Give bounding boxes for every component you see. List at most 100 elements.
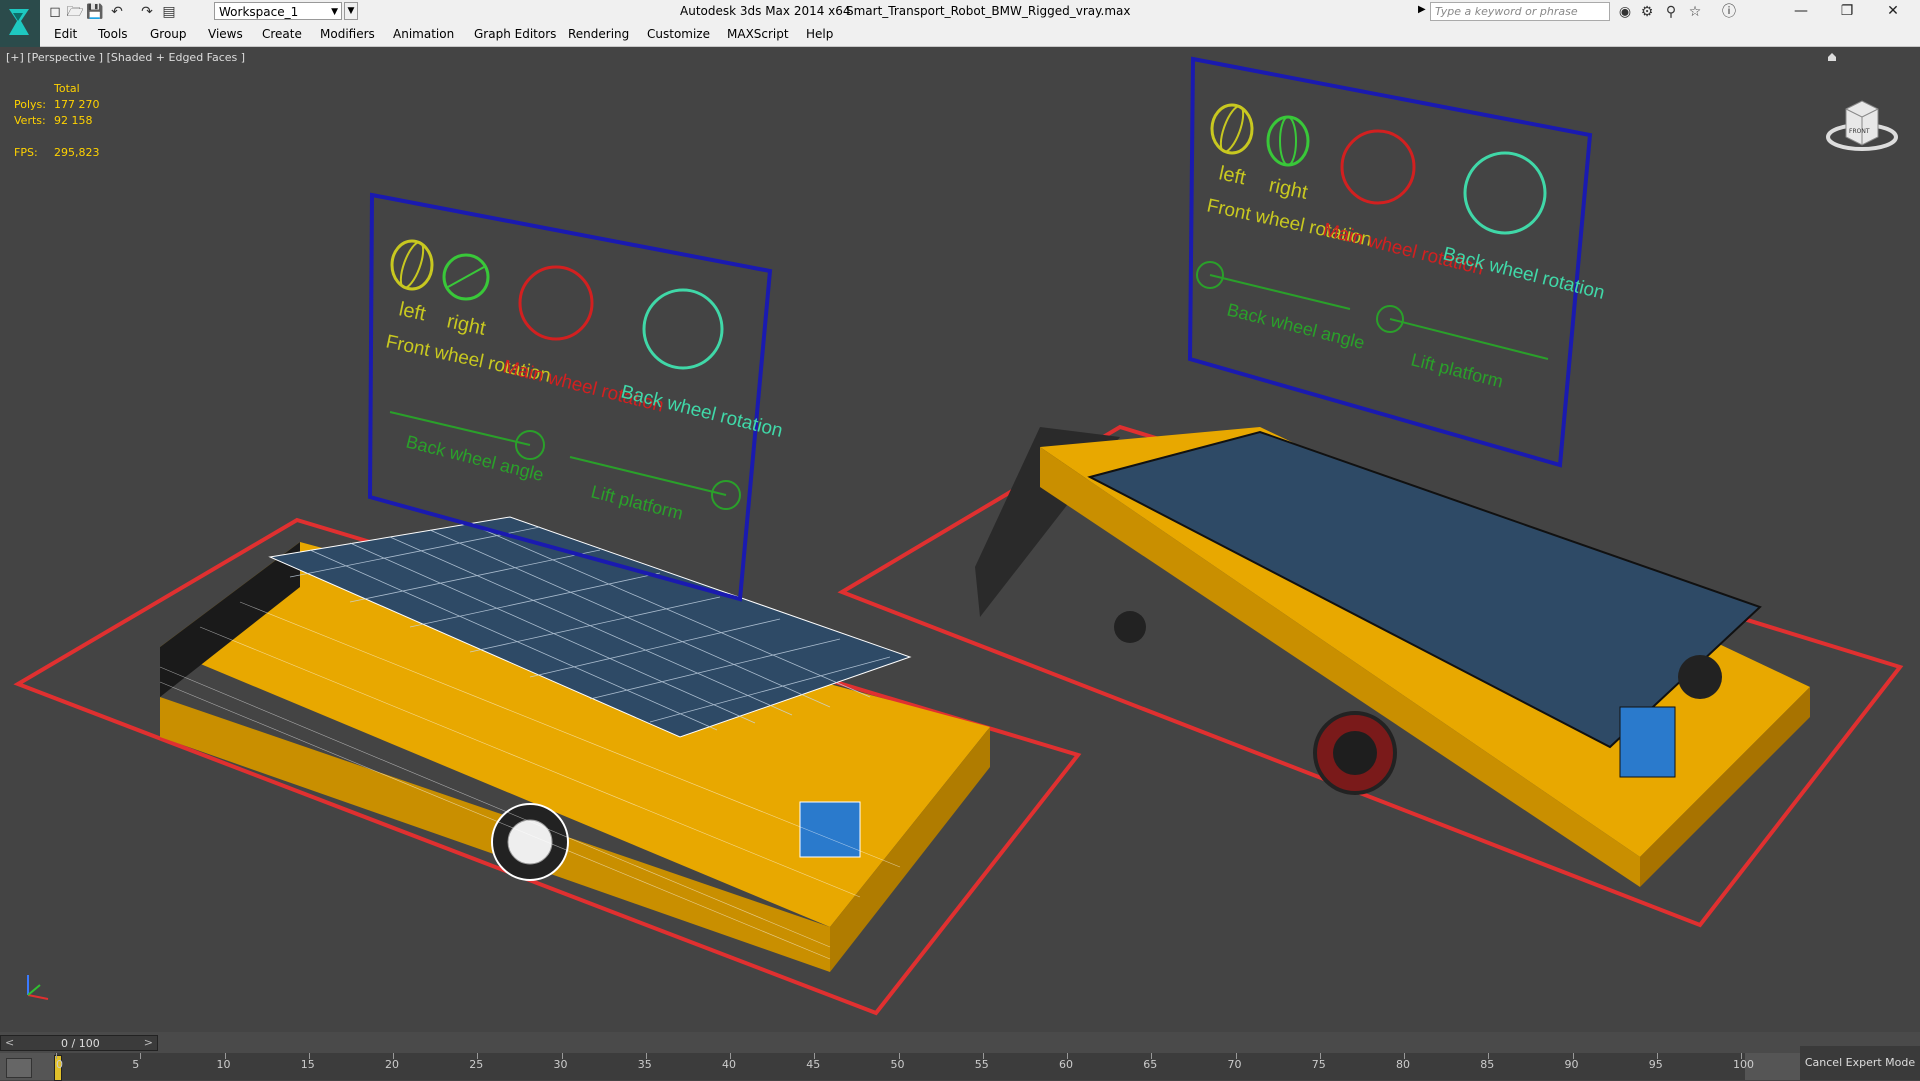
viewcube-front-label: FRONT xyxy=(1849,128,1870,135)
favorites-star-icon[interactable]: ☆ xyxy=(1686,3,1704,21)
timeline-tick-label: 90 xyxy=(1564,1058,1579,1071)
binoculars-icon[interactable]: ◉ xyxy=(1616,3,1634,21)
title-bar: ◻ 🗁 💾 ↶ ↷ ▤ Workspace_1 ▼ ▼ Autodesk 3ds… xyxy=(0,0,1920,25)
viewcube: FRONT xyxy=(1826,100,1898,151)
timeline-tick-label: 70 xyxy=(1227,1058,1242,1071)
right-panel-label-right: right xyxy=(1267,174,1310,204)
timeline-tick-mark xyxy=(1067,1053,1068,1059)
verts-value: 92 158 xyxy=(54,114,93,127)
search-expand-icon[interactable]: ▶ xyxy=(1418,4,1426,15)
timeline-tick-mark xyxy=(561,1053,563,1059)
open-file-icon[interactable]: 🗁 xyxy=(66,3,84,21)
menu-views[interactable]: Views xyxy=(208,27,243,41)
project-folder-icon[interactable]: ▤ xyxy=(160,3,178,21)
search-input[interactable]: Type a keyword or phrase xyxy=(1430,2,1610,21)
timeline-tick-mark xyxy=(393,1053,394,1059)
timeline-tick-mark xyxy=(308,1053,310,1059)
track-bar-menu-icon[interactable] xyxy=(6,1058,32,1078)
right-control-panel: left right Front wheel rotation Main whe… xyxy=(1187,56,1607,468)
app-title: Autodesk 3ds Max 2014 x64 xyxy=(680,4,851,18)
new-file-icon[interactable]: ◻ xyxy=(46,3,64,21)
polys-value: 177 270 xyxy=(54,98,100,111)
verts-label: Verts: xyxy=(14,114,46,127)
redo-icon[interactable]: ↷ xyxy=(138,3,156,21)
right-panel-label-left: left xyxy=(1217,162,1248,189)
timeline-tick-mark xyxy=(1151,1053,1153,1059)
chevron-down-icon: ▼ xyxy=(331,7,338,17)
save-icon[interactable]: 💾 xyxy=(86,3,104,21)
fps-label: FPS: xyxy=(14,146,38,159)
timeline-tick-label: 40 xyxy=(722,1058,736,1071)
undo-icon[interactable]: ↶ xyxy=(108,3,126,21)
time-prev-button[interactable]: < xyxy=(5,1036,14,1049)
timeline-tick-mark xyxy=(224,1053,226,1059)
timeline-tick-mark xyxy=(1656,1053,1658,1059)
right-robot-shaded xyxy=(975,427,1810,887)
communication-icon[interactable]: ⚲ xyxy=(1662,3,1680,21)
timeline-tick-label: 65 xyxy=(1143,1058,1158,1071)
restore-button[interactable]: ❐ xyxy=(1824,0,1870,24)
time-slider-position: 0 / 100 xyxy=(61,1037,100,1050)
left-panel-label-left: left xyxy=(397,298,428,325)
timeline-tick-label: 80 xyxy=(1396,1058,1410,1071)
timeline-tick-mark xyxy=(140,1053,142,1059)
menu-tools[interactable]: Tools xyxy=(98,27,128,41)
timeline-tick-label: 85 xyxy=(1480,1058,1495,1071)
timeline-tick-mark xyxy=(730,1053,731,1059)
timeline-tick-mark xyxy=(1572,1053,1574,1059)
left-robot-wireframe xyxy=(159,516,990,972)
close-button[interactable]: ✕ xyxy=(1870,0,1916,24)
timeline-tick-mark xyxy=(477,1053,479,1059)
scene-canvas[interactable]: left right Front wheel rotation Main whe… xyxy=(0,47,1920,1032)
timeline-tick-label: 15 xyxy=(300,1058,315,1071)
timeline-tick-label: 100 xyxy=(1733,1058,1754,1071)
viewport-label[interactable]: [+] [Perspective ] [Shaded + Edged Faces… xyxy=(6,51,245,64)
stats-header: Total xyxy=(54,82,80,95)
time-slider[interactable]: < 0 / 100 > xyxy=(0,1035,158,1051)
left-panel-label-right: right xyxy=(445,310,488,340)
right-panel-lift-platform: Lift platform xyxy=(1409,349,1505,391)
help-icon[interactable]: ⓘ xyxy=(1720,3,1738,21)
workspace-value: Workspace_1 xyxy=(219,5,299,19)
app-logo[interactable] xyxy=(0,0,40,52)
timeline-tick-mark xyxy=(1488,1053,1490,1059)
timeline-tick-mark xyxy=(982,1053,984,1059)
timeline-tick-label: 50 xyxy=(890,1058,905,1071)
menu-edit[interactable]: Edit xyxy=(54,27,77,41)
cancel-expert-mode-button[interactable]: Cancel Expert Mode xyxy=(1800,1046,1920,1080)
menu-customize[interactable]: Customize xyxy=(647,27,710,41)
timeline-tick-mark xyxy=(645,1053,647,1059)
menu-modifiers[interactable]: Modifiers xyxy=(320,27,375,41)
timeline-tick-label: 55 xyxy=(974,1058,989,1071)
timeline-tick-label: 20 xyxy=(385,1058,399,1071)
menu-group[interactable]: Group xyxy=(150,27,187,41)
timeline-tick-label: 95 xyxy=(1648,1058,1663,1071)
subscription-icon[interactable]: ⚙ xyxy=(1638,3,1656,21)
timeline-tick-label: 30 xyxy=(553,1058,568,1071)
menu-animation[interactable]: Animation xyxy=(393,27,454,41)
timeline-tick-label: 25 xyxy=(469,1058,484,1071)
workspace-dropdown-button[interactable]: ▼ xyxy=(344,2,358,20)
time-next-button[interactable]: > xyxy=(144,1036,153,1049)
timeline-tick-label: 45 xyxy=(806,1058,821,1071)
timeline-tick-mark xyxy=(1235,1053,1237,1059)
timeline-tick-mark xyxy=(814,1053,816,1059)
menu-graph-editors[interactable]: Graph Editors xyxy=(474,27,556,41)
menu-create[interactable]: Create xyxy=(262,27,302,41)
timeline-tick-label: 75 xyxy=(1311,1058,1326,1071)
fps-value: 295,823 xyxy=(54,146,100,159)
file-name: Smart_Transport_Robot_BMW_Rigged_vray.ma… xyxy=(846,4,1131,18)
polys-label: Polys: xyxy=(14,98,46,111)
menu-help[interactable]: Help xyxy=(806,27,833,41)
menu-maxscript[interactable]: MAXScript xyxy=(727,27,789,41)
statistics-overlay: Total Polys: 177 270 Verts: 92 158 FPS: 295… xyxy=(14,81,100,161)
axis-tripod-icon xyxy=(27,975,49,1000)
timeline-tick-label: 10 xyxy=(216,1058,231,1071)
workspace-select[interactable]: Workspace_1 ▼ xyxy=(214,2,342,20)
menu-rendering[interactable]: Rendering xyxy=(568,27,629,41)
home-icon xyxy=(1828,53,1836,61)
perspective-viewport[interactable]: left right Front wheel rotation Main whe… xyxy=(0,47,1920,1032)
timeline-tick-label: 5 xyxy=(132,1058,140,1071)
timeline-tick-mark xyxy=(1741,1053,1742,1059)
minimize-button[interactable]: — xyxy=(1778,0,1824,24)
